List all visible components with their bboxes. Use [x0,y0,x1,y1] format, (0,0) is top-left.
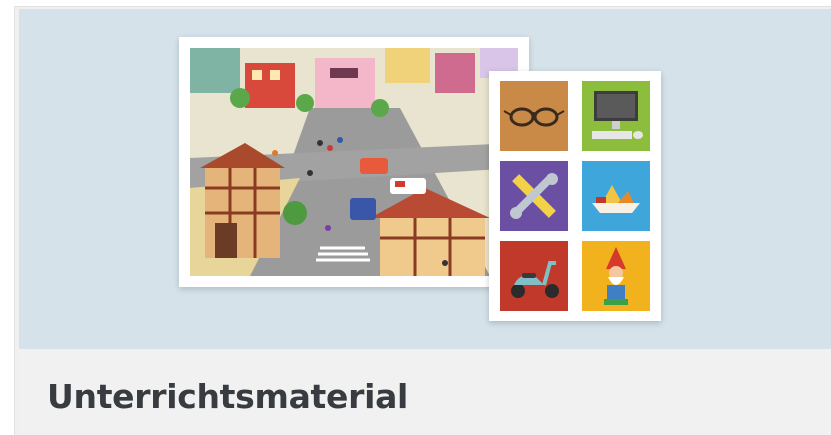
teaching-material-card[interactable]: Unterrichtsmaterial [14,6,831,435]
scooter-tile [500,241,568,311]
glasses-icon [500,81,568,151]
card-image[interactable] [19,9,831,349]
glasses-tile [500,81,568,151]
card-footer: Unterrichtsmaterial [19,349,831,435]
computer-tile [582,81,650,151]
page: Unterrichtsmaterial [0,0,831,435]
computer-icon [582,81,650,151]
picture-cards-panel [489,71,661,321]
poster-illustration [179,37,529,287]
town-illustration-icon [190,48,518,276]
gnome-tile [582,241,650,311]
tools-icon [500,161,568,231]
tools-tile [500,161,568,231]
card-title[interactable]: Unterrichtsmaterial [47,377,408,416]
boat-icon [582,161,650,231]
boat-tile [582,161,650,231]
scooter-icon [500,241,568,311]
gnome-icon [582,241,650,311]
